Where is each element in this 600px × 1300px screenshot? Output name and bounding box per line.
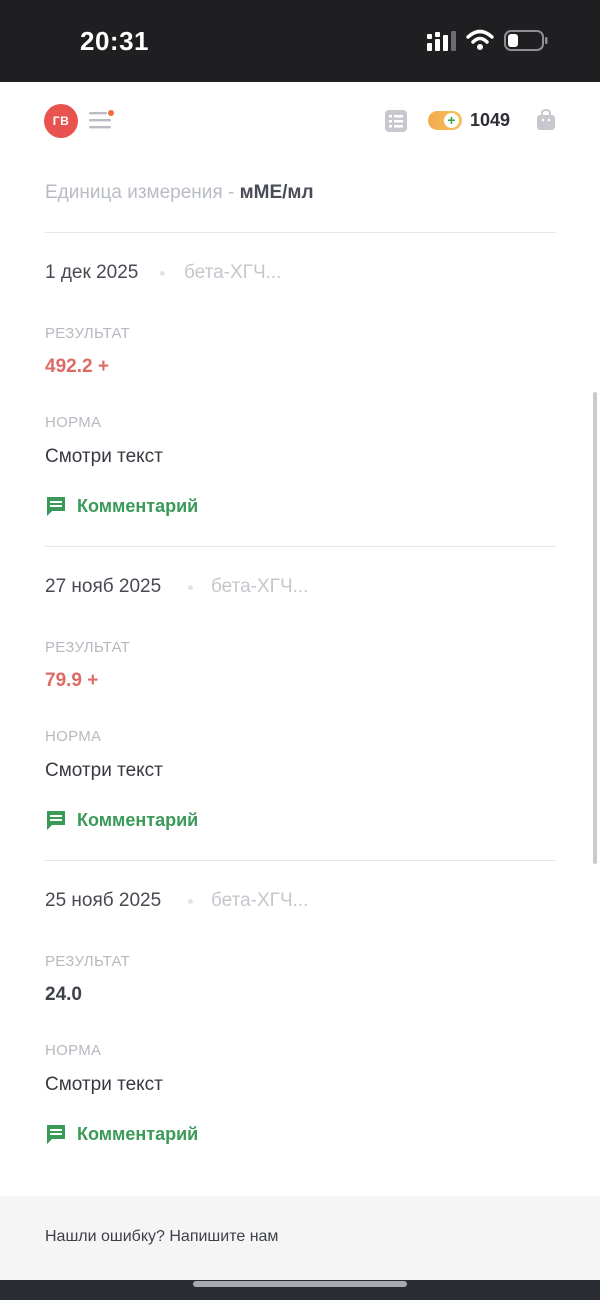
signal-icon <box>427 31 456 51</box>
app-header: ГВ + 1049 <box>0 82 600 162</box>
comment-button[interactable]: Комментарий <box>45 1122 198 1146</box>
norm-value: Смотри текст <box>45 1074 163 1095</box>
wifi-icon <box>466 29 494 50</box>
divider <box>45 860 556 861</box>
comment-icon <box>47 811 65 830</box>
norm-value: Смотри текст <box>45 760 163 781</box>
coin-count: 1049 <box>470 110 511 130</box>
result-value: 492.2 + <box>45 356 109 377</box>
bag-icon[interactable] <box>535 109 557 131</box>
result-value: 79.9 + <box>45 670 99 691</box>
unit-of-measure: Единица измерения - мМЕ/мл <box>45 182 314 204</box>
coin-plus-icon: + <box>444 113 459 128</box>
result-value: 24.0 <box>45 984 82 1005</box>
coin-balance-pill[interactable]: + <box>428 111 462 130</box>
unit-value: мМЕ/мл <box>239 182 314 203</box>
norm-label: НОРМА <box>45 414 102 431</box>
entry-date: 1 дек 2025 <box>45 262 139 283</box>
norm-label: НОРМА <box>45 1042 102 1059</box>
separator-dot <box>188 899 193 904</box>
norm-value: Смотри текст <box>45 446 163 467</box>
entry-test-name[interactable]: бета-ХГЧ... <box>211 890 308 912</box>
result-label: РЕЗУЛЬТАТ <box>45 325 131 342</box>
comment-button[interactable]: Комментарий <box>45 808 198 832</box>
comment-icon <box>47 1125 65 1144</box>
report-error-link[interactable]: Нашли ошибку? Напишите нам <box>45 1228 278 1246</box>
status-time: 20:31 <box>80 26 149 56</box>
avatar[interactable]: ГВ <box>44 104 78 138</box>
entry-test-name[interactable]: бета-ХГЧ... <box>211 576 308 598</box>
comment-label: Комментарий <box>77 1123 199 1144</box>
result-label: РЕЗУЛЬТАТ <box>45 953 131 970</box>
comment-label: Комментарий <box>77 809 199 830</box>
divider <box>45 232 556 233</box>
result-label: РЕЗУЛЬТАТ <box>45 639 131 656</box>
unit-label: Единица измерения - <box>45 182 240 203</box>
divider <box>45 546 556 547</box>
norm-label: НОРМА <box>45 728 102 745</box>
comment-icon <box>47 497 65 516</box>
battery-icon <box>504 30 548 51</box>
separator-dot <box>160 271 165 276</box>
notification-dot <box>108 110 114 116</box>
list-icon[interactable] <box>385 110 407 132</box>
comment-label: Комментарий <box>77 495 199 516</box>
entry-test-name[interactable]: бета-ХГЧ... <box>184 262 281 284</box>
comment-button[interactable]: Комментарий <box>45 494 198 518</box>
status-bar: 20:31 <box>0 0 600 82</box>
home-indicator[interactable] <box>193 1281 407 1287</box>
entry-date: 25 нояб 2025 <box>45 890 162 911</box>
entry-date: 27 нояб 2025 <box>45 576 162 597</box>
scrollbar[interactable] <box>593 392 597 864</box>
footer: Нашли ошибку? Напишите нам <box>0 1196 600 1280</box>
separator-dot <box>188 585 193 590</box>
